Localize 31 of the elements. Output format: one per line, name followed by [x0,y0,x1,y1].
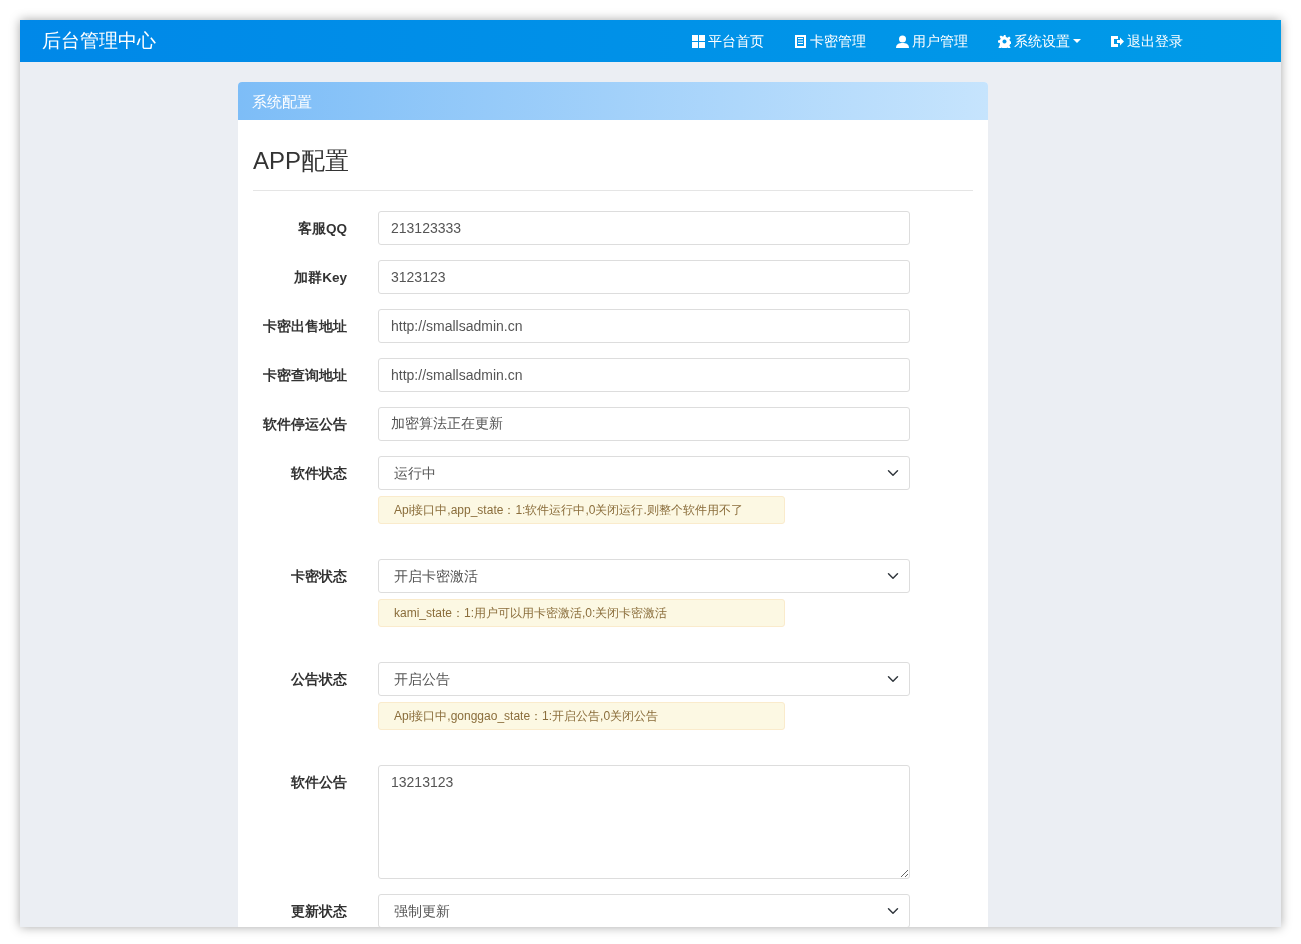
field-label: 软件公告 [290,773,347,792]
help-note: kami_state：1:用户可以用卡密激活,0:关闭卡密激活 [378,598,785,627]
text-area[interactable]: 13213123 [378,764,910,879]
field-label: 卡密出售地址 [262,317,347,336]
field-label: 更新状态 [290,902,347,921]
field-label: 卡密查询地址 [262,366,347,385]
field-label: 客服QQ [297,219,347,238]
input-field[interactable]: 213123333 [378,210,910,245]
settings-icon [998,34,1011,48]
field-label: 卡密状态 [290,567,347,586]
select-field[interactable]: 开启卡密激活 [378,558,910,593]
help-note: Api接口中,app_state：1:软件运行中,0关闭运行.则整个软件用不了 [378,495,785,524]
select-field[interactable]: 运行中 [378,455,910,490]
grid-icon [692,34,705,48]
input-field[interactable]: http://smallsadmin.cn [378,308,910,343]
select-field[interactable]: 强制更新 [378,893,910,927]
input-field[interactable]: 加密算法正在更新 [378,406,910,441]
user-icon [896,34,909,48]
input-field[interactable]: http://smallsadmin.cn [378,357,910,392]
field-label: 加群Key [293,268,347,287]
field-label: 软件状态 [290,464,347,483]
brand-title[interactable]: 后台管理中心 [42,26,156,56]
field-label: 公告状态 [290,670,347,689]
logout-icon [1111,34,1124,48]
list-icon [794,34,807,48]
panel-title: 系统配置 [238,82,988,120]
help-note: Api接口中,gonggao_state：1:开启公告,0关闭公告 [378,701,785,730]
field-label: 软件停运公告 [262,415,347,434]
input-field[interactable]: 3123123 [378,259,910,294]
select-field[interactable]: 开启公告 [378,661,910,696]
section-heading: APP配置 [253,146,351,176]
